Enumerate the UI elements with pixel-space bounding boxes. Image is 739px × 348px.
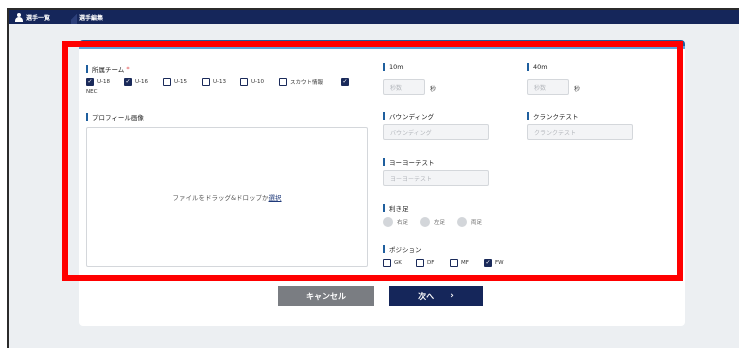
breadcrumb-label-player-edit: 選手編集 <box>79 14 104 22</box>
breadcrumb-separator <box>71 10 77 24</box>
next-button-label: 次へ <box>418 291 435 301</box>
breadcrumb-label-player-list: 選手一覧 <box>26 14 51 22</box>
next-button[interactable]: 次へ › <box>389 286 483 306</box>
highlight-rectangle <box>62 41 683 281</box>
person-icon <box>15 12 23 22</box>
breadcrumb-player-list[interactable]: 選手一覧 <box>15 10 50 24</box>
cancel-button[interactable]: キャンセル <box>278 286 374 306</box>
cancel-button-label: キャンセル <box>306 291 346 301</box>
breadcrumb-player-edit: 選手編集 <box>79 10 103 24</box>
top-bar: 選手一覧 選手編集 <box>9 10 739 24</box>
chevron-right-icon: › <box>450 291 454 301</box>
